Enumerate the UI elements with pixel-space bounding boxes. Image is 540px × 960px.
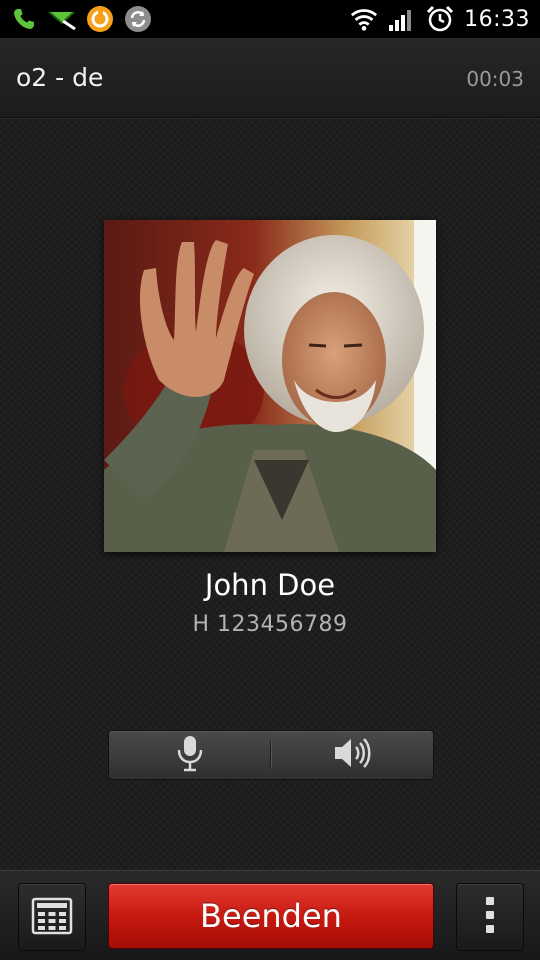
bottom-bar: Beenden: [0, 870, 540, 960]
mute-button[interactable]: [109, 731, 270, 779]
dialpad-icon: [31, 895, 73, 939]
contact-number: H 123456789: [192, 612, 348, 637]
alarm-icon: [426, 5, 454, 33]
microphone-icon: [174, 734, 206, 776]
wifi-icon: [350, 5, 378, 33]
contact-photo: [104, 220, 436, 552]
orange-app-icon: [86, 5, 114, 33]
sync-icon: [124, 5, 152, 33]
in-call-screen: 16:33 o2 - de 00:03 John Doe H 123456789…: [0, 0, 540, 960]
call-duration: 00:03: [466, 67, 524, 91]
status-bar: 16:33: [0, 0, 540, 39]
end-call-button[interactable]: Beenden: [108, 883, 434, 949]
dialpad-button[interactable]: [18, 883, 86, 951]
more-options-button[interactable]: [456, 883, 524, 951]
contact-name: John Doe: [204, 568, 336, 602]
carrier-name: o2 - de: [16, 63, 104, 92]
speaker-icon: [332, 736, 372, 774]
status-time: 16:33: [464, 6, 530, 32]
speaker-button[interactable]: [271, 731, 432, 779]
signal-icon: [388, 5, 416, 33]
call-controls: [108, 730, 434, 780]
phone-call-icon: [10, 5, 38, 33]
call-header: o2 - de 00:03: [0, 39, 540, 118]
more-vertical-icon: [484, 895, 496, 939]
missed-message-icon: [48, 5, 76, 33]
